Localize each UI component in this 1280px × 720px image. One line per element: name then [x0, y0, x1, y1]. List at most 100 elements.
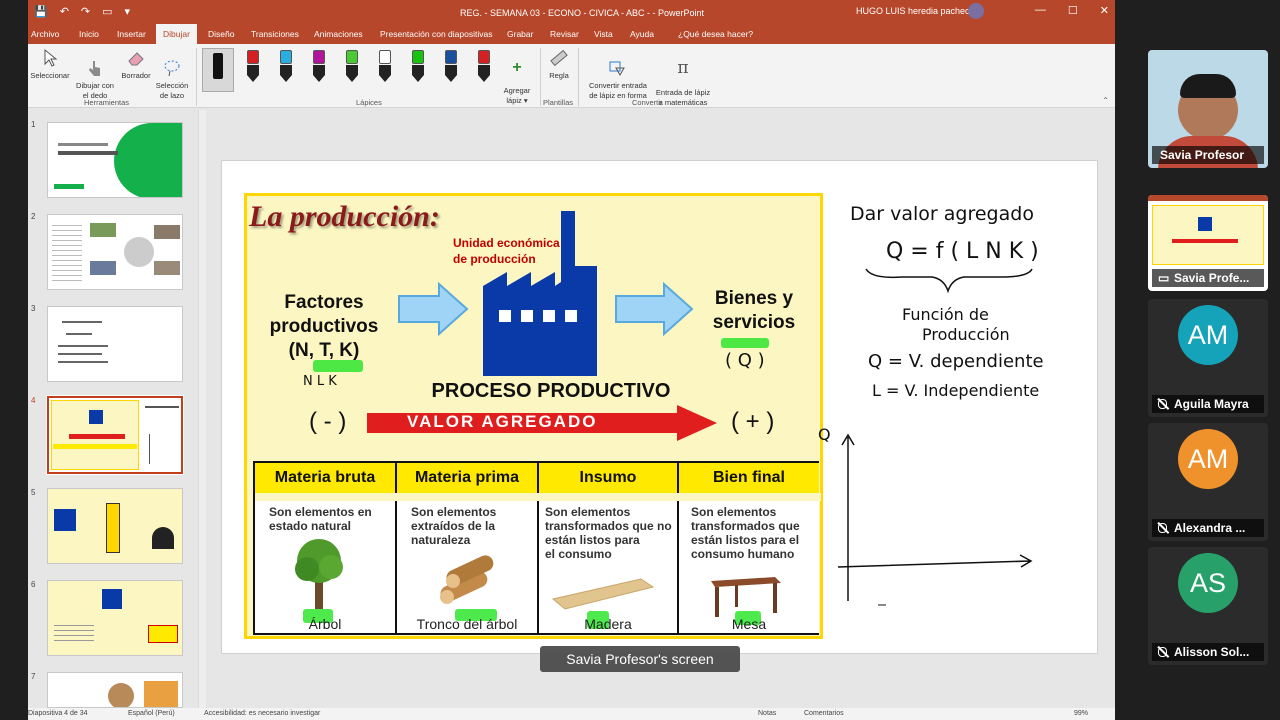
pen-black-selected[interactable] — [202, 48, 234, 92]
slide-canvas: La producción: Unidad económica de produ… — [221, 160, 1098, 654]
caption-mesa: Mesa — [731, 616, 767, 632]
minimize-button[interactable]: — — [1035, 4, 1046, 17]
cell-insumo: Son elementos transformados que no están… — [539, 501, 679, 633]
language-indicator[interactable]: Español (Perú) — [128, 710, 175, 717]
tab-transiciones[interactable]: Transiciones — [251, 29, 299, 39]
cell-materia-bruta: Son elementos en estado natural Árbol — [255, 501, 397, 633]
document-title: REG. - SEMANA 03 - ECONO - CIVICA - ABC … — [460, 8, 705, 18]
bienes-servicios: Bienes y servicios — [712, 288, 796, 333]
ribbon-draw: Seleccionar Dibujar con el dedo Borrador… — [28, 44, 1115, 108]
ink-dar-valor: Dar valor agregado — [850, 203, 1034, 225]
ink-axes — [837, 433, 1033, 606]
participant-tile[interactable]: AM Alexandra ... — [1148, 423, 1268, 541]
collapse-ribbon-icon[interactable]: ⌃ — [1102, 96, 1109, 105]
thumbnail-number: 1 — [31, 120, 36, 129]
table-gap — [255, 493, 821, 501]
ink-to-math-button[interactable]: π Entrada de lápiz a matemáticas — [652, 48, 714, 118]
cell-materia-prima: Son elementos extraídos de la naturaleza… — [397, 501, 539, 633]
pen-8[interactable] — [478, 50, 490, 82]
eraser-label: Borrador — [121, 71, 151, 80]
user-avatar[interactable] — [968, 3, 984, 19]
customize-qat-icon[interactable]: ▾ — [125, 5, 131, 18]
slide-thumbnail-4-selected[interactable] — [46, 395, 184, 475]
lasso-select-button[interactable]: Selección de lazo — [154, 48, 190, 111]
plus-sign: ( + ) — [731, 408, 775, 435]
tab-grabar[interactable]: Grabar — [507, 29, 533, 39]
ribbon-tabs: Archivo Inicio Insertar Dibujar Diseño T… — [28, 24, 1115, 44]
tab-revisar[interactable]: Revisar — [550, 29, 579, 39]
participant-tile[interactable]: AS Alisson Sol... — [1148, 547, 1268, 665]
ribbon-separator — [578, 48, 579, 106]
shapes-icon — [609, 61, 625, 77]
participant-name-text: Alisson Sol... — [1174, 645, 1250, 659]
user-name[interactable]: HUGO LUIS heredia pacheco — [856, 6, 975, 16]
tab-diseno[interactable]: Diseño — [208, 29, 234, 39]
tab-inicio[interactable]: Inicio — [79, 29, 99, 39]
add-pen-button[interactable]: + Agregar lápiz ▾ — [500, 50, 534, 116]
tab-presentacion[interactable]: Presentación con diapositivas — [380, 29, 492, 39]
ink-dependiente: Q = V. dependiente — [868, 351, 1044, 372]
ruler-label: Regla — [549, 71, 569, 80]
thumbnail-number: 3 — [31, 304, 36, 313]
header-materia-prima: Materia prima — [397, 463, 539, 493]
undo-icon[interactable]: ↶ — [60, 5, 69, 18]
pen-6[interactable] — [412, 50, 424, 82]
slide-thumbnail-6[interactable] — [47, 580, 183, 656]
slide-thumbnail-5[interactable] — [47, 488, 183, 564]
tab-ayuda[interactable]: Ayuda — [630, 29, 654, 39]
select-tool-button[interactable]: Seleccionar — [30, 48, 70, 81]
slide-thumbnail-7[interactable] — [47, 672, 183, 708]
slide-thumbnail-2[interactable] — [47, 214, 183, 290]
ink-produccion: Producción — [922, 325, 1010, 344]
finger-icon — [89, 61, 100, 76]
caption-madera: Madera — [584, 616, 632, 632]
thumbnail-scrollbar[interactable] — [198, 110, 206, 710]
pen-1[interactable] — [247, 50, 259, 82]
tree-icon — [295, 539, 343, 609]
ruler-icon — [550, 49, 568, 67]
ink-independiente: L = V. Independiente — [872, 381, 1040, 400]
close-button[interactable]: ✕ — [1100, 4, 1109, 17]
ribbon-separator — [540, 48, 541, 106]
tab-insertar[interactable]: Insertar — [117, 29, 146, 39]
quick-access-toolbar: 💾 ↶ ↷ ▭ ▾ — [34, 5, 130, 18]
tab-archivo[interactable]: Archivo — [31, 29, 59, 39]
save-icon[interactable]: 💾 — [34, 5, 48, 18]
group-lapices-label: Lápices — [356, 98, 382, 107]
accessibility-status[interactable]: Accesibilidad: es necesario investigar — [204, 710, 320, 717]
participant-name: Aguila Mayra — [1152, 395, 1264, 413]
present-icon[interactable]: ▭ — [102, 5, 112, 18]
tab-dibujar[interactable]: Dibujar — [156, 24, 197, 44]
participant-share-tile[interactable]: ▭ Savia Profe... — [1148, 195, 1268, 291]
ink-funcion: Función de — [902, 305, 989, 324]
notes-button[interactable]: Notas — [758, 710, 776, 717]
pen-5[interactable] — [379, 50, 391, 82]
group-convertir-label: Convertir — [632, 98, 663, 107]
participant-name: Savia Profesor — [1152, 146, 1264, 164]
slide-thumbnail-1[interactable] — [47, 122, 183, 198]
participant-tile[interactable]: AM Aguila Mayra — [1148, 299, 1268, 417]
desc-insumo: Son elementos transformados que no están… — [545, 505, 672, 561]
caption-tronco: Tronco del árbol — [416, 616, 518, 632]
tab-vista[interactable]: Vista — [594, 29, 613, 39]
pen-2[interactable] — [280, 50, 292, 82]
comments-button[interactable]: Comentarios — [804, 710, 844, 717]
participant-video-tile[interactable]: Savia Profesor — [1148, 50, 1268, 168]
ruler-button[interactable]: Regla — [544, 48, 574, 81]
ink-brace — [865, 268, 1033, 294]
maximize-button[interactable]: ☐ — [1068, 4, 1078, 17]
redo-icon[interactable]: ↷ — [81, 5, 90, 18]
pen-7[interactable] — [445, 50, 457, 82]
pen-4[interactable] — [346, 50, 358, 82]
tab-animaciones[interactable]: Animaciones — [314, 29, 363, 39]
search-help-input[interactable]: ¿Qué desea hacer? — [678, 29, 753, 39]
title-bar: 💾 ↶ ↷ ▭ ▾ REG. - SEMANA 03 - ECONO - CIV… — [28, 0, 1115, 24]
pen-3[interactable] — [313, 50, 325, 82]
zoom-level[interactable]: 99% — [1074, 710, 1088, 717]
eraser-button[interactable]: Borrador — [118, 48, 154, 81]
plus-icon: + — [512, 59, 522, 76]
slide-thumbnail-3[interactable] — [47, 306, 183, 382]
muted-mic-icon — [1158, 647, 1167, 657]
desc-bien-final: Son elementos transformados que están li… — [691, 505, 800, 561]
minus-sign: ( - ) — [309, 408, 347, 435]
